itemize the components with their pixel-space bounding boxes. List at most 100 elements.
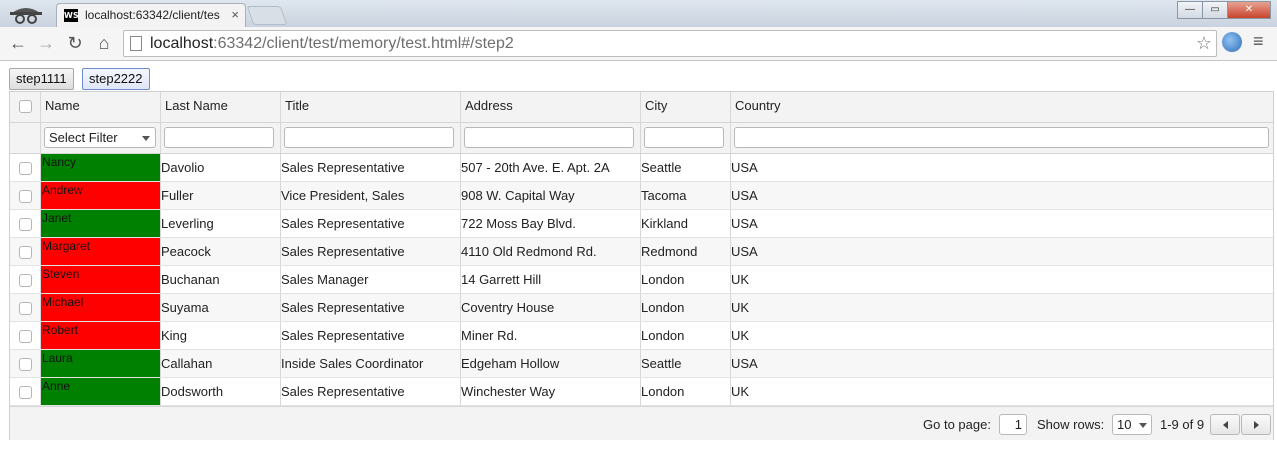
row-select-cell — [10, 266, 41, 293]
goto-page-input[interactable]: 1 — [999, 414, 1027, 435]
new-tab-button[interactable] — [246, 6, 288, 25]
row-checkbox[interactable] — [19, 386, 32, 399]
table-row[interactable]: Michael Suyama Sales Representative Coventr… — [10, 294, 1273, 322]
name-cell: Andrew — [41, 182, 161, 209]
bookmark-star-icon[interactable]: ☆ — [1196, 33, 1212, 54]
menu-icon[interactable]: ≡ — [1253, 31, 1264, 52]
name-text: Michael — [42, 295, 84, 309]
title-cell: Sales Representative — [281, 210, 461, 237]
name-text: Nancy — [42, 155, 77, 169]
title-cell: Sales Representative — [281, 378, 461, 405]
next-page-button[interactable] — [1241, 414, 1271, 435]
column-header-address[interactable]: Address — [461, 92, 641, 122]
city-cell: London — [641, 322, 731, 349]
page-range-text: 1-9 of 9 — [1160, 417, 1205, 432]
column-header-country[interactable]: Country — [731, 92, 1273, 122]
tab-close-icon[interactable]: × — [231, 4, 239, 26]
city-filter-input[interactable] — [644, 127, 724, 148]
minimize-button[interactable]: — — [1177, 1, 1203, 19]
url-host: localhost — [150, 35, 214, 52]
back-button[interactable]: ← — [6, 32, 30, 54]
last-name-filter-cell — [161, 123, 281, 153]
country-filter-input[interactable] — [734, 127, 1269, 148]
name-filter-select[interactable]: Select Filter — [44, 127, 156, 148]
maximize-button[interactable]: ▭ — [1202, 1, 1228, 19]
browser-titlebar: WS localhost:63342/client/tes × — ▭ ✕ — [0, 0, 1277, 27]
title-filter-input[interactable] — [284, 127, 454, 148]
browser-toolbar: ← → ↻ ⌂ localhost:63342/client/test/memo… — [0, 27, 1277, 61]
table-row[interactable]: Steven Buchanan Sales Manager 14 Garrett Hi… — [10, 266, 1273, 294]
column-header-city[interactable]: City — [641, 92, 731, 122]
row-checkbox[interactable] — [19, 218, 32, 231]
url-path: :63342/client/test/memory/test.html#/ste… — [213, 35, 514, 52]
table-row[interactable]: Margaret Peacock Sales Representative 4110 … — [10, 238, 1273, 266]
address-cell: 722 Moss Bay Blvd. — [461, 210, 641, 237]
address-cell: 4110 Old Redmond Rd. — [461, 238, 641, 265]
row-checkbox[interactable] — [19, 162, 32, 175]
row-select-cell — [10, 154, 41, 181]
webstorm-icon: WS — [64, 9, 79, 22]
address-cell: 908 W. Capital Way — [461, 182, 641, 209]
city-cell: Redmond — [641, 238, 731, 265]
table-row[interactable]: Nancy Davolio Sales Representative 507 - 20… — [10, 154, 1273, 182]
step1111-button[interactable]: step1111 — [9, 68, 74, 90]
chevron-left-icon — [1223, 421, 1228, 429]
row-checkbox[interactable] — [19, 274, 32, 287]
globe-icon[interactable] — [1222, 32, 1242, 52]
table-row[interactable]: Andrew Fuller Vice President, Sales 908 W. … — [10, 182, 1273, 210]
country-cell: USA — [731, 160, 758, 175]
address-bar[interactable]: localhost:63342/client/test/memory/test.… — [123, 30, 1217, 57]
chevron-down-icon — [1139, 423, 1147, 428]
city-cell: Seattle — [641, 350, 731, 377]
row-select-cell — [10, 238, 41, 265]
title-cell: Vice President, Sales — [281, 182, 461, 209]
last-name-filter-input[interactable] — [164, 127, 274, 148]
name-text: Andrew — [42, 183, 83, 197]
row-select-cell — [10, 210, 41, 237]
table-row[interactable]: Laura Callahan Inside Sales Coordinator Edg… — [10, 350, 1273, 378]
last-name-cell: Fuller — [161, 182, 281, 209]
row-checkbox[interactable] — [19, 246, 32, 259]
city-cell: London — [641, 294, 731, 321]
window-controls: — ▭ ✕ — [1177, 1, 1271, 19]
name-cell: Nancy — [41, 154, 161, 181]
chevron-down-icon — [142, 136, 150, 141]
table-row[interactable]: Robert King Sales Representative Miner Rd. L… — [10, 322, 1273, 350]
last-name-cell: Callahan — [161, 350, 281, 377]
address-filter-input[interactable] — [464, 127, 634, 148]
table-row[interactable]: Anne Dodsworth Sales Representative Winches… — [10, 378, 1273, 406]
select-all-checkbox[interactable] — [19, 100, 32, 113]
home-button[interactable]: ⌂ — [92, 32, 116, 54]
city-cell: London — [641, 266, 731, 293]
url-text[interactable]: localhost:63342/client/test/memory/test.… — [150, 35, 514, 53]
title-cell: Sales Representative — [281, 322, 461, 349]
country-cell: UK — [731, 272, 750, 287]
step2222-button[interactable]: step2222 — [82, 68, 150, 90]
row-checkbox[interactable] — [19, 330, 32, 343]
column-header-title[interactable]: Title — [281, 92, 461, 122]
prev-page-button[interactable] — [1210, 414, 1240, 435]
table-row[interactable]: Janet Leverling Sales Representative 722 Mo… — [10, 210, 1273, 238]
row-checkbox[interactable] — [19, 358, 32, 371]
reload-button[interactable]: ↻ — [63, 32, 87, 54]
browser-tab[interactable]: WS localhost:63342/client/tes × — [56, 3, 246, 27]
incognito-icon — [10, 8, 42, 24]
last-name-cell: King — [161, 322, 281, 349]
column-header-name[interactable]: Name — [41, 92, 161, 122]
country-cell: UK — [731, 300, 750, 315]
forward-button[interactable]: → — [34, 32, 58, 54]
column-header-last-name[interactable]: Last Name — [161, 92, 281, 122]
last-name-cell: Davolio — [161, 154, 281, 181]
country-cell: USA — [731, 244, 758, 259]
city-cell: London — [641, 378, 731, 405]
title-cell: Sales Manager — [281, 266, 461, 293]
address-cell: Edgeham Hollow — [461, 350, 641, 377]
goto-page-label: Go to page: — [923, 417, 991, 432]
name-text: Robert — [42, 323, 79, 337]
address-cell: Winchester Way — [461, 378, 641, 405]
close-window-button[interactable]: ✕ — [1227, 1, 1271, 19]
show-rows-select[interactable]: 10 — [1112, 414, 1152, 435]
row-checkbox[interactable] — [19, 302, 32, 315]
grid-filter-row: Select Filter — [10, 123, 1273, 154]
row-checkbox[interactable] — [19, 190, 32, 203]
